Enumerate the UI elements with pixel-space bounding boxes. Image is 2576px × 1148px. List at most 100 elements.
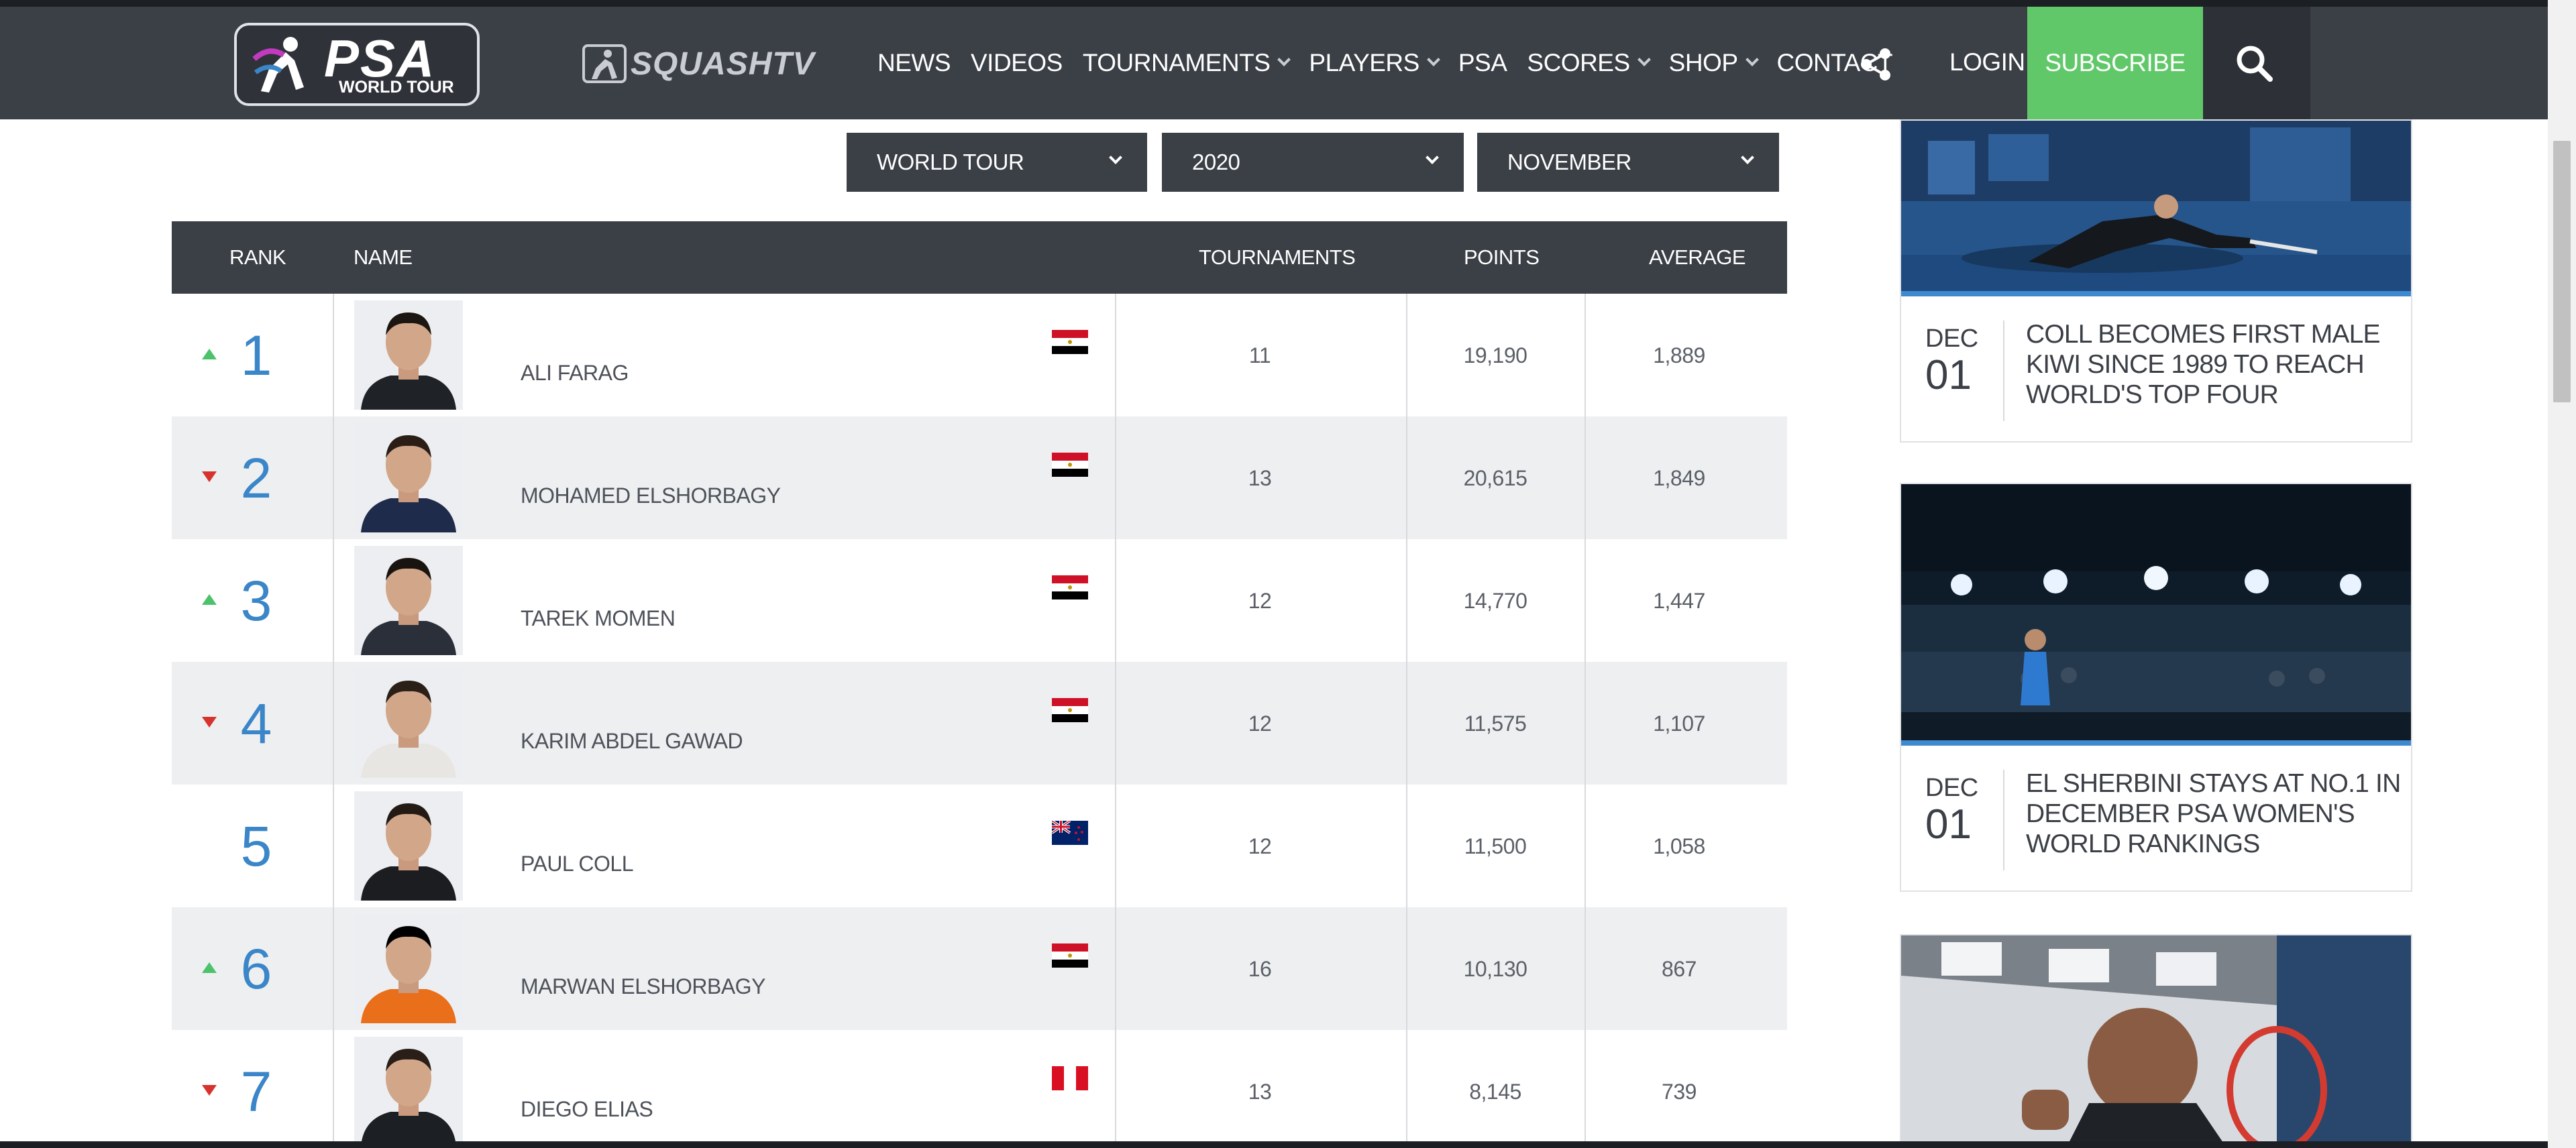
header-tournaments[interactable]: TOURNAMENTS: [1199, 245, 1356, 270]
squashtv-logo-text: SQUASHTV: [631, 46, 815, 82]
column-divider: [1115, 785, 1116, 907]
nav-psa[interactable]: PSA: [1458, 49, 1507, 77]
news-image-arena[interactable]: [1901, 484, 2411, 746]
chevron-down-icon: [1426, 53, 1440, 66]
table-row[interactable]: 4 KARIM ABDEL GAWAD 12 11,575 1,107: [172, 662, 1787, 785]
player-photo[interactable]: [354, 546, 463, 655]
rank-up-icon: [202, 962, 217, 973]
search-button[interactable]: [2203, 7, 2310, 119]
player-name[interactable]: ALI FARAG: [521, 361, 629, 386]
news-card[interactable]: DEC 01 COLL BECOMES FIRST MALE KIWI SINC…: [1900, 119, 2412, 443]
player-photo[interactable]: [354, 300, 463, 410]
table-body: 1 ALI FARAG 11 19,190 1,889 2 MOHAMED ELSHORBA…: [172, 294, 1787, 1148]
flag-new-zealand-icon: [1052, 821, 1088, 845]
nav-videos[interactable]: VIDEOS: [971, 49, 1063, 77]
column-divider: [333, 539, 334, 662]
column-divider: [1406, 416, 1407, 539]
subscribe-button[interactable]: SUBSCRIBE: [2027, 7, 2203, 119]
table-row[interactable]: 1 ALI FARAG 11 19,190 1,889: [172, 294, 1787, 416]
header-name[interactable]: NAME: [354, 245, 413, 270]
nav-scores[interactable]: SCORES: [1527, 49, 1651, 77]
nav-shop[interactable]: SHOP: [1669, 49, 1759, 77]
rank-down-icon: [202, 717, 217, 728]
rank-number: 1: [240, 324, 272, 387]
column-divider: [1115, 907, 1116, 1030]
psa-world-tour-logo[interactable]: PSA WORLD TOUR: [234, 23, 480, 106]
news-title[interactable]: EL SHERBINI STAYS AT NO.1 IN DECEMBER PS…: [2026, 768, 2402, 859]
header-average[interactable]: AVERAGE: [1649, 245, 1746, 270]
news-month: DEC: [1925, 774, 1978, 802]
player-photo[interactable]: [354, 914, 463, 1023]
news-date-divider: [2003, 321, 2004, 421]
flag-egypt-icon: [1052, 453, 1088, 477]
player-name[interactable]: TAREK MOMEN: [521, 606, 676, 631]
nav-news[interactable]: NEWS: [877, 49, 951, 77]
column-divider: [1585, 785, 1586, 907]
news-month: DEC: [1925, 325, 1978, 353]
squash-player-photo: [1901, 935, 2411, 1143]
player-name[interactable]: DIEGO ELIAS: [521, 1097, 653, 1122]
news-card[interactable]: [1900, 934, 2412, 1143]
player-name[interactable]: MARWAN ELSHORBAGY: [521, 974, 765, 999]
header-rank[interactable]: RANK: [229, 245, 286, 270]
header-points[interactable]: POINTS: [1464, 245, 1540, 270]
nav-tournaments[interactable]: TOURNAMENTS: [1083, 49, 1291, 77]
average-value: 739: [1662, 1080, 1697, 1104]
player-photo[interactable]: [354, 669, 463, 778]
login-link[interactable]: LOGIN: [1949, 48, 2025, 76]
tour-select[interactable]: WORLD TOUR: [847, 133, 1147, 192]
player-name[interactable]: MOHAMED ELSHORBAGY: [521, 483, 781, 508]
nav-news-label: NEWS: [877, 49, 951, 76]
chevron-down-icon: [1109, 151, 1122, 164]
share-icon[interactable]: [1857, 46, 1894, 83]
column-divider: [1406, 1030, 1407, 1148]
column-divider: [333, 294, 334, 416]
player-photo[interactable]: [354, 423, 463, 532]
chevron-down-icon: [1277, 53, 1291, 66]
table-row[interactable]: 5 PAUL COLL 12 11,500 1,058: [172, 785, 1787, 907]
news-meta: DEC 01 EL SHERBINI STAYS AT NO.1 IN DECE…: [1901, 746, 2411, 891]
player-name[interactable]: KARIM ABDEL GAWAD: [521, 729, 743, 754]
tournaments-value: 11: [1248, 343, 1271, 367]
column-divider: [1406, 662, 1407, 785]
rank-number: 2: [240, 447, 272, 510]
rank-down-icon: [202, 471, 217, 482]
column-divider: [1585, 416, 1586, 539]
year-select[interactable]: 2020: [1162, 133, 1464, 192]
news-card[interactable]: DEC 01 EL SHERBINI STAYS AT NO.1 IN DECE…: [1900, 483, 2412, 892]
news-title[interactable]: COLL BECOMES FIRST MALE KIWI SINCE 1989 …: [2026, 319, 2402, 410]
nav-players[interactable]: PLAYERS: [1309, 49, 1440, 77]
points-value: 11,500: [1464, 834, 1527, 858]
world-tour-logo-text: WORLD TOUR: [339, 78, 454, 97]
squashtv-logo[interactable]: SQUASHTV: [578, 42, 820, 86]
news-image-player[interactable]: [1901, 935, 2411, 1143]
rank-number: 3: [240, 569, 272, 632]
column-divider: [333, 907, 334, 1030]
year-select-value: 2020: [1192, 150, 1240, 174]
points-value: 20,615: [1463, 466, 1527, 490]
tournaments-value: 13: [1248, 1080, 1272, 1104]
points-value: 11,575: [1464, 711, 1527, 736]
average-value: 1,058: [1653, 834, 1705, 858]
column-divider: [1585, 294, 1586, 416]
player-photo[interactable]: [354, 1037, 463, 1146]
column-divider: [1115, 416, 1116, 539]
player-name[interactable]: PAUL COLL: [521, 852, 634, 876]
month-select[interactable]: NOVEMBER: [1477, 133, 1779, 192]
column-divider: [333, 416, 334, 539]
rank-number: 4: [240, 692, 272, 755]
table-row[interactable]: 3 TAREK MOMEN 12 14,770 1,447: [172, 539, 1787, 662]
news-image-match[interactable]: [1901, 121, 2411, 296]
table-row[interactable]: 7 DIEGO ELIAS 13 8,145 739: [172, 1030, 1787, 1148]
column-divider: [333, 662, 334, 785]
table-row[interactable]: 2 MOHAMED ELSHORBAGY 13 20,615 1,849: [172, 416, 1787, 539]
player-photo[interactable]: [354, 791, 463, 901]
page-scrollbar-thumb[interactable]: [2553, 141, 2571, 402]
table-row[interactable]: 6 MARWAN ELSHORBAGY 16 10,130 867: [172, 907, 1787, 1030]
news-image-accent: [1901, 291, 2411, 296]
flag-egypt-icon: [1052, 330, 1088, 354]
tour-select-value: WORLD TOUR: [877, 150, 1024, 174]
average-value: 1,447: [1653, 589, 1705, 613]
average-value: 1,107: [1653, 711, 1705, 736]
chevron-down-icon: [1426, 151, 1439, 164]
